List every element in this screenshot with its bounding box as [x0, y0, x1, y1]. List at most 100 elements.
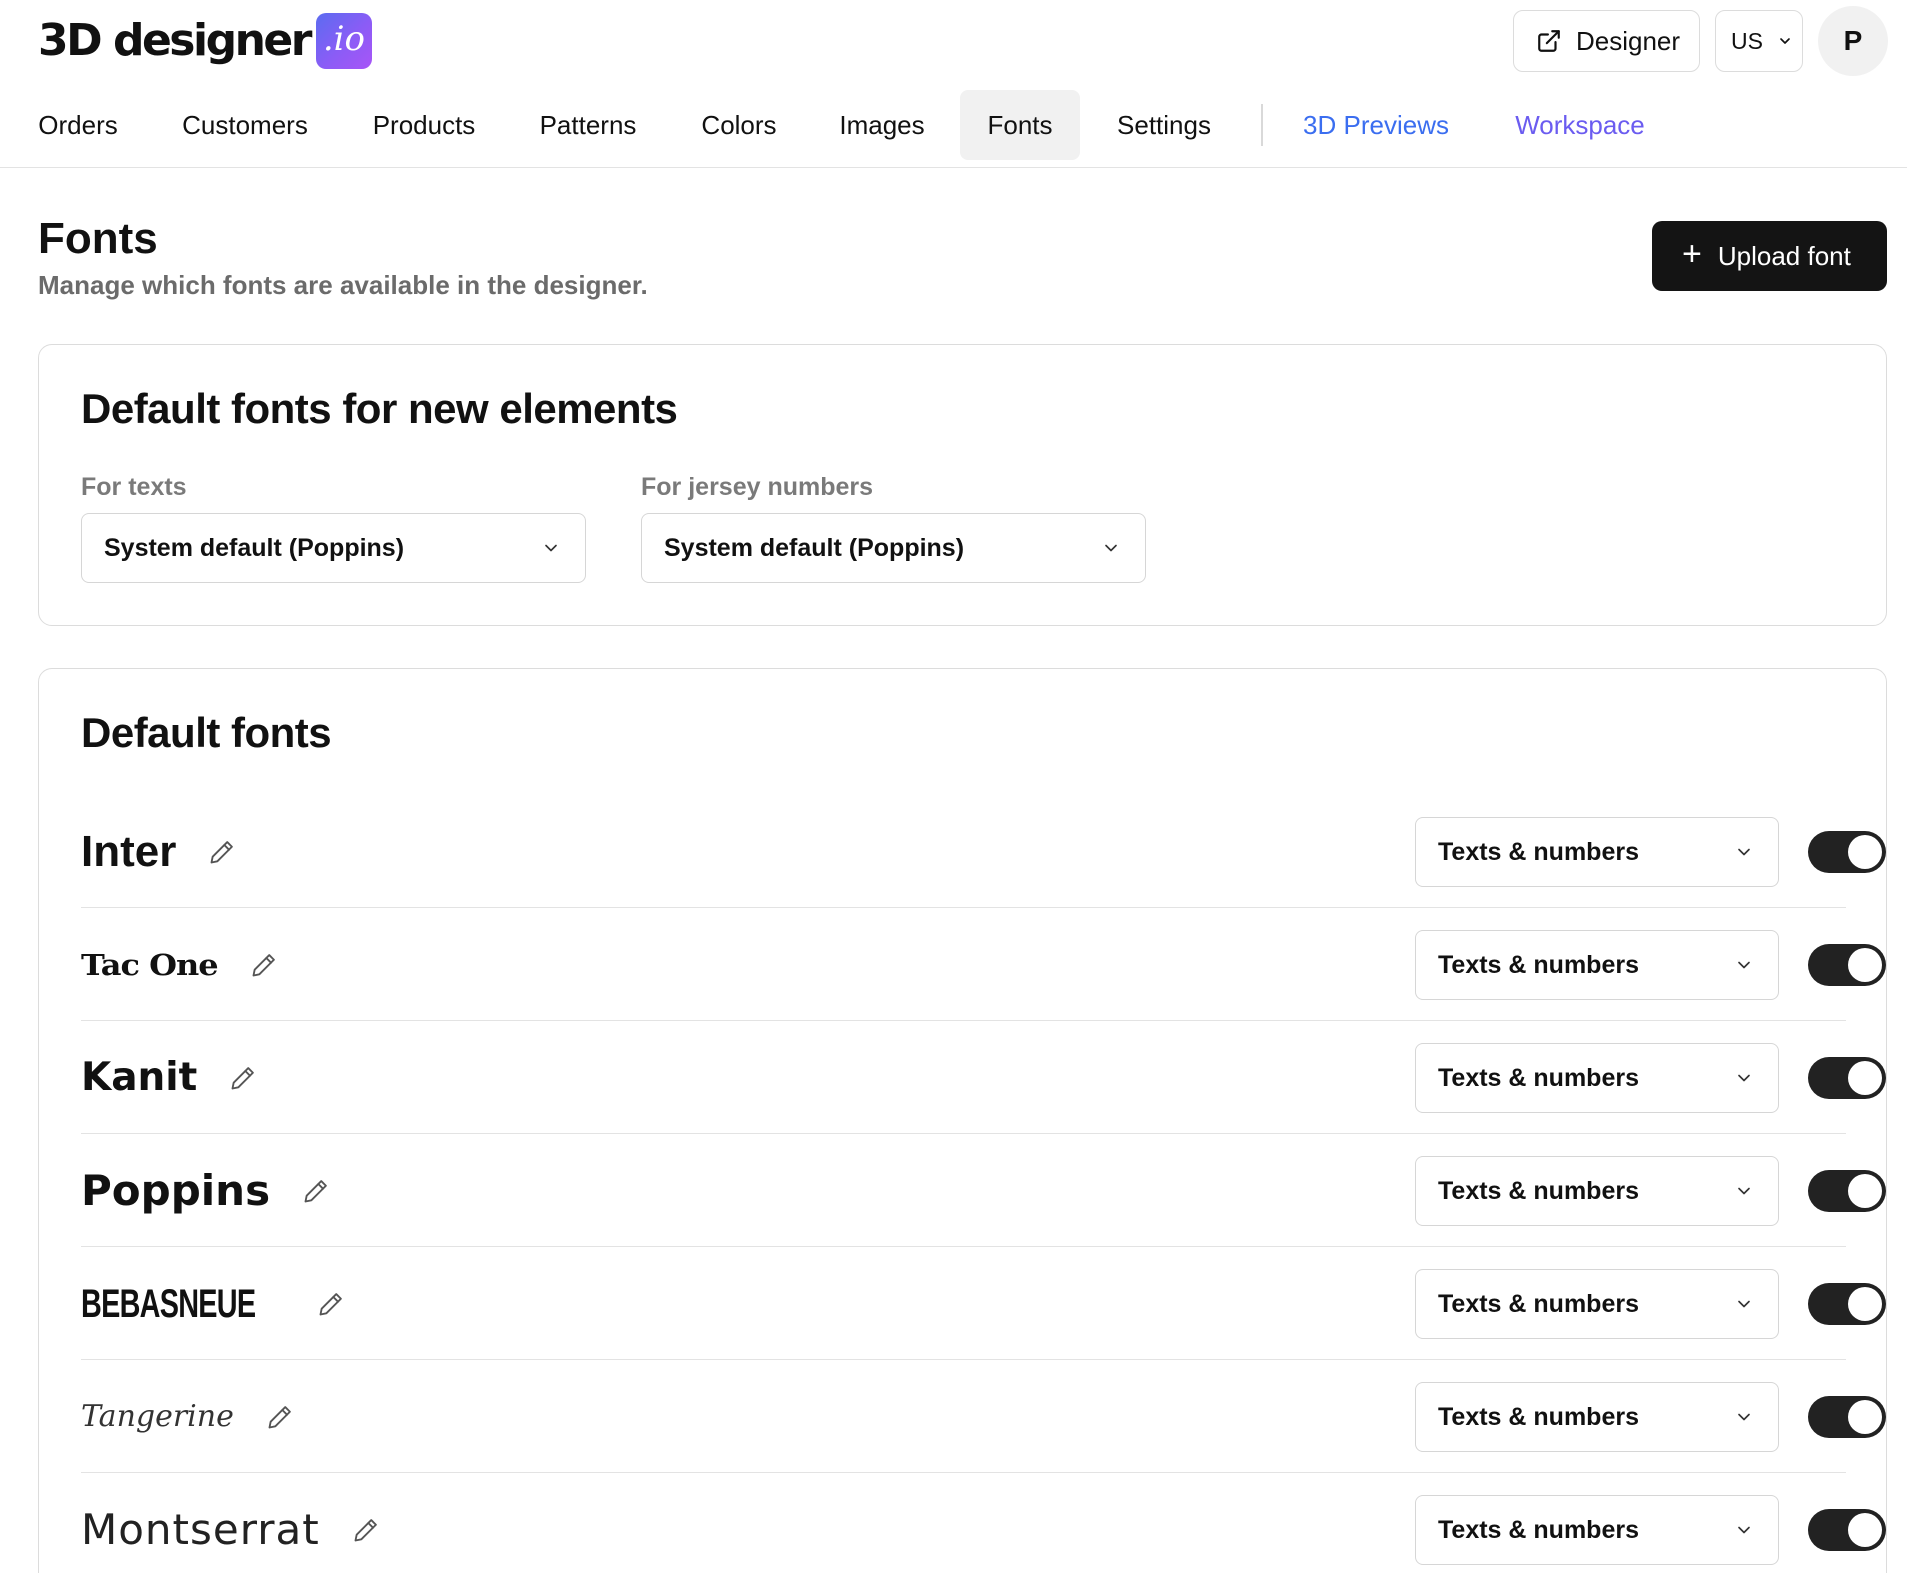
nav-item-images[interactable]: Images	[820, 90, 944, 160]
upload-font-button[interactable]: + Upload font	[1652, 221, 1887, 291]
font-row: Kanit Texts & numbers	[81, 1021, 1886, 1134]
font-row: Montserrat Texts & numbers	[81, 1473, 1886, 1573]
locale-select[interactable]: US	[1715, 10, 1803, 72]
brand-logo[interactable]: 3D designer .io	[38, 13, 372, 69]
nav-item-settings[interactable]: Settings	[1100, 90, 1228, 160]
chevron-down-icon	[545, 544, 557, 552]
font-usage-select[interactable]: Texts & numbers	[1415, 1495, 1779, 1565]
chevron-down-icon	[1738, 1413, 1750, 1421]
font-usage-value: Texts & numbers	[1438, 837, 1639, 866]
font-enabled-toggle[interactable]	[1808, 1396, 1886, 1438]
font-enabled-toggle[interactable]	[1808, 1509, 1886, 1551]
font-name-label: Kanit	[81, 1055, 198, 1100]
font-usage-value: Texts & numbers	[1438, 1402, 1639, 1431]
toggle-knob	[1848, 1287, 1882, 1321]
main-nav: Orders Customers Products Patterns Color…	[0, 90, 1907, 168]
default-fonts-new-elements-card: Default fonts for new elements For texts…	[38, 344, 1887, 626]
nav-item-workspace[interactable]: Workspace	[1500, 90, 1660, 160]
font-row: Tangerine Texts & numbers	[81, 1360, 1886, 1473]
for-texts-label: For texts	[81, 473, 187, 501]
font-usage-select[interactable]: Texts & numbers	[1415, 1382, 1779, 1452]
nav-item-fonts[interactable]: Fonts	[960, 90, 1080, 160]
toggle-knob	[1848, 1513, 1882, 1547]
jersey-font-select[interactable]: System default (Poppins)	[641, 513, 1146, 583]
font-name: Tangerine	[81, 1360, 294, 1473]
font-enabled-toggle[interactable]	[1808, 831, 1886, 873]
font-row: Tac One Texts & numbers	[81, 908, 1886, 1021]
pencil-icon[interactable]	[229, 1064, 257, 1092]
nav-item-orders[interactable]: Orders	[22, 90, 134, 160]
page-subtitle: Manage which fonts are available in the …	[38, 270, 648, 300]
nav-item-customers[interactable]: Customers	[160, 90, 330, 160]
default-fonts-card: Default fonts Inter Texts & numbers Tac …	[38, 668, 1887, 1573]
chevron-down-icon	[1738, 1300, 1750, 1308]
chevron-down-icon	[1738, 1187, 1750, 1195]
font-row: Poppins Texts & numbers	[81, 1134, 1886, 1247]
toggle-knob	[1848, 1400, 1882, 1434]
nav-item-colors[interactable]: Colors	[684, 90, 794, 160]
font-name-label: Montserrat	[81, 1504, 320, 1554]
user-avatar[interactable]: P	[1818, 6, 1888, 76]
chevron-down-icon	[1738, 848, 1750, 856]
jersey-font-value: System default (Poppins)	[664, 533, 965, 562]
font-enabled-toggle[interactable]	[1808, 1057, 1886, 1099]
font-usage-select[interactable]: Texts & numbers	[1415, 1043, 1779, 1113]
nav-item-3d-previews[interactable]: 3D Previews	[1290, 90, 1462, 160]
chevron-down-icon	[1738, 1074, 1750, 1082]
pencil-icon[interactable]	[250, 951, 278, 979]
external-link-icon	[1538, 30, 1560, 52]
font-name-label: Poppins	[81, 1165, 271, 1215]
font-enabled-toggle[interactable]	[1808, 1283, 1886, 1325]
font-name: Montserrat	[81, 1473, 380, 1573]
font-usage-select[interactable]: Texts & numbers	[1415, 1269, 1779, 1339]
nav-divider	[1261, 104, 1263, 146]
font-usage-select[interactable]: Texts & numbers	[1415, 930, 1779, 1000]
pencil-icon[interactable]	[266, 1403, 294, 1431]
card-title: Default fonts for new elements	[81, 385, 678, 432]
toggle-knob	[1848, 835, 1882, 869]
upload-font-label: Upload font	[1717, 240, 1851, 271]
card-title: Default fonts	[81, 709, 332, 756]
nav-item-patterns[interactable]: Patterns	[518, 90, 658, 160]
chevron-down-icon	[1738, 961, 1750, 969]
font-row: Inter Texts & numbers	[81, 795, 1886, 908]
font-name-label: Tac One	[81, 947, 219, 982]
font-usage-value: Texts & numbers	[1438, 950, 1639, 979]
top-bar: 3D designer .io Designer US P	[0, 0, 1907, 84]
font-name-label: Inter	[81, 826, 177, 876]
toggle-knob	[1848, 1061, 1882, 1095]
font-name: Poppins	[81, 1134, 330, 1247]
brand-badge: .io	[315, 13, 372, 69]
font-enabled-toggle[interactable]	[1808, 944, 1886, 986]
pencil-icon[interactable]	[352, 1516, 380, 1544]
font-usage-value: Texts & numbers	[1438, 1176, 1639, 1205]
font-usage-value: Texts & numbers	[1438, 1063, 1639, 1092]
font-row: BEBASNEUE Texts & numbers	[81, 1247, 1886, 1360]
font-name: Inter	[81, 795, 236, 908]
locale-value: US	[1731, 27, 1763, 54]
toggle-knob	[1848, 948, 1882, 982]
pencil-icon[interactable]	[302, 1177, 330, 1205]
plus-icon: +	[1682, 235, 1702, 273]
font-name: Kanit	[81, 1021, 257, 1134]
toggle-knob	[1848, 1174, 1882, 1208]
chevron-down-icon	[1780, 38, 1790, 44]
chevron-down-icon	[1105, 544, 1117, 552]
designer-button-label: Designer	[1576, 25, 1681, 56]
font-usage-select[interactable]: Texts & numbers	[1415, 817, 1779, 887]
chevron-down-icon	[1738, 1526, 1750, 1534]
texts-font-value: System default (Poppins)	[104, 533, 405, 562]
font-usage-select[interactable]: Texts & numbers	[1415, 1156, 1779, 1226]
for-jersey-numbers-label: For jersey numbers	[641, 473, 874, 501]
font-name-label: BEBASNEUE	[81, 1281, 256, 1326]
nav-item-products[interactable]: Products	[356, 90, 492, 160]
font-usage-value: Texts & numbers	[1438, 1289, 1639, 1318]
pencil-icon[interactable]	[208, 838, 236, 866]
font-enabled-toggle[interactable]	[1808, 1170, 1886, 1212]
open-designer-button[interactable]: Designer	[1513, 10, 1700, 72]
texts-font-select[interactable]: System default (Poppins)	[81, 513, 586, 583]
pencil-icon[interactable]	[317, 1290, 345, 1318]
font-name-label: Tangerine	[81, 1398, 234, 1434]
font-name: Tac One	[81, 908, 278, 1021]
font-usage-value: Texts & numbers	[1438, 1515, 1639, 1544]
